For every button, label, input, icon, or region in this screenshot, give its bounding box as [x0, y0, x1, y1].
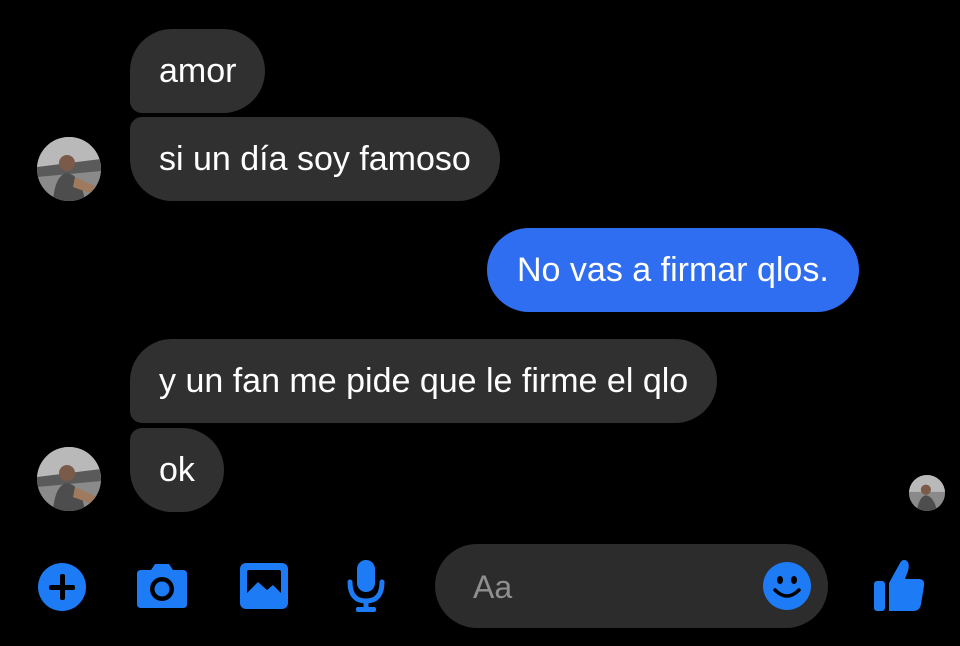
message-bubble-outgoing[interactable]: No vas a firmar qlos. — [487, 228, 859, 312]
seen-receipt-avatar — [909, 475, 945, 511]
avatar-photo — [909, 475, 945, 511]
message-text: amor — [159, 52, 237, 90]
message-bubble-incoming[interactable]: si un día soy famoso — [130, 117, 500, 201]
gallery-icon[interactable] — [238, 561, 290, 611]
message-text: ok — [159, 451, 195, 489]
message-bubble-incoming[interactable]: amor — [130, 29, 266, 113]
message-input[interactable] — [471, 564, 755, 610]
microphone-icon[interactable] — [345, 558, 387, 614]
message-bubble-incoming[interactable]: y un fan me pide que le firme el qlo — [130, 339, 718, 423]
sender-avatar[interactable] — [37, 137, 101, 201]
avatar-photo — [37, 447, 101, 511]
camera-icon[interactable] — [133, 560, 191, 612]
message-text: y un fan me pide que le firme el qlo — [159, 362, 689, 400]
message-composer[interactable] — [435, 544, 828, 628]
message-text: No vas a firmar qlos. — [517, 251, 829, 289]
sender-avatar[interactable] — [37, 447, 101, 511]
message-bubble-incoming[interactable]: ok — [130, 428, 224, 512]
avatar-photo — [37, 137, 101, 201]
thumbs-up-icon[interactable] — [872, 557, 926, 613]
message-text: si un día soy famoso — [159, 140, 471, 178]
plus-icon[interactable] — [37, 562, 87, 612]
emoji-icon[interactable] — [762, 561, 812, 611]
